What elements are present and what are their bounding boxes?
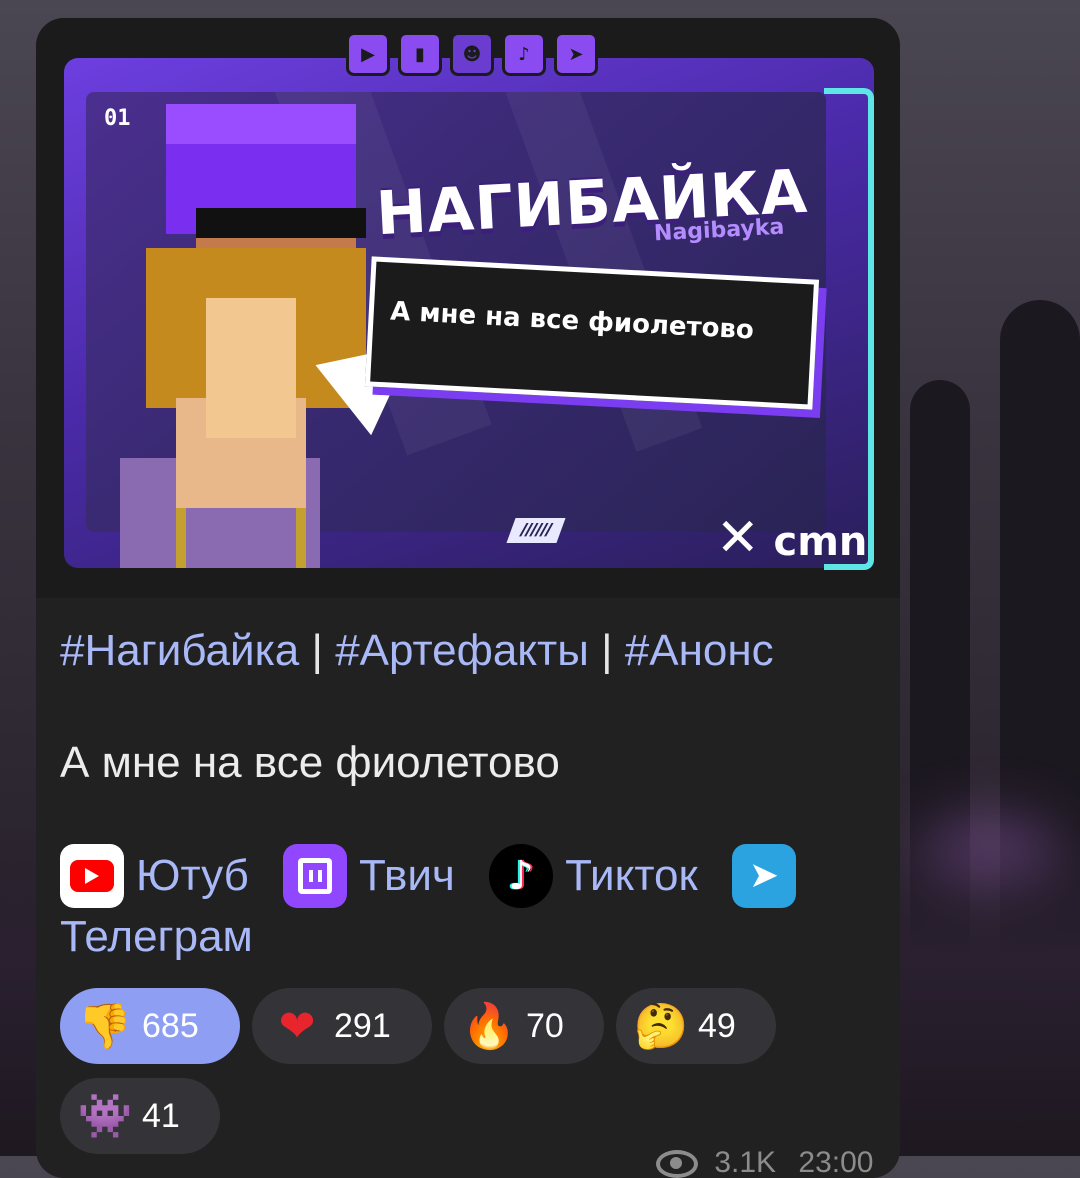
- fire-emoji: 🔥: [461, 1001, 517, 1052]
- banner-stripe-label: //////: [506, 518, 566, 543]
- x-logo-icon: ✕: [716, 508, 760, 568]
- tiktok-icon: ♪: [502, 32, 546, 76]
- hashtag-separator: |: [601, 626, 613, 675]
- post-image[interactable]: ▶ ▮ ☻ ♪ ➤ 01 НАГИБАЙКА Nagibayka А мне н…: [36, 18, 900, 598]
- reaction-thinking[interactable]: 🤔 49: [616, 988, 776, 1064]
- twitch-link[interactable]: Твич: [283, 844, 455, 908]
- youtube-icon: ▶: [346, 32, 390, 76]
- social-links: Ютуб Твич ♪ Тикток ➤ Телеграм: [60, 844, 880, 966]
- tiktok-link-label: Тикток: [565, 851, 698, 900]
- reaction-count: 291: [334, 1006, 391, 1045]
- thinking-emoji: 🤔: [633, 1001, 689, 1052]
- telegram-link-label[interactable]: Телеграм: [60, 912, 253, 961]
- tiktok-link[interactable]: ♪ Тикток: [489, 844, 698, 908]
- hashtag-link[interactable]: #Артефакты: [335, 626, 589, 675]
- twitch-link-label: Твич: [359, 851, 455, 900]
- hashtag-link[interactable]: #Анонс: [625, 626, 774, 675]
- reaction-fire[interactable]: 🔥 70: [444, 988, 604, 1064]
- reaction-count: 41: [142, 1096, 180, 1135]
- tiktok-icon: ♪: [489, 844, 554, 908]
- episode-tag: 01: [104, 106, 131, 131]
- hashtag-link[interactable]: #Нагибайка: [60, 626, 299, 675]
- brand-logo-text: cmn: [773, 519, 868, 565]
- post-text: А мне на все фиолетово: [60, 738, 560, 787]
- reaction-count: 49: [698, 1006, 736, 1045]
- youtube-icon: [60, 844, 124, 908]
- reaction-count: 70: [526, 1006, 564, 1045]
- eye-icon: [656, 1150, 698, 1178]
- telegram-link[interactable]: ➤: [731, 844, 808, 908]
- heart-emoji: ❤: [278, 1000, 316, 1052]
- hashtag-line: #Нагибайка | #Артефакты | #Анонс: [60, 626, 774, 676]
- thumbs-down-emoji: 👎: [77, 1001, 133, 1052]
- episode-tag-text: 01: [104, 106, 131, 131]
- view-count: 3.1K: [714, 1146, 777, 1178]
- reaction-thumbs-down[interactable]: 👎 685: [60, 988, 240, 1064]
- reaction-heart[interactable]: ❤ 291: [252, 988, 432, 1064]
- brand-logo: ✕ cmn: [716, 508, 867, 568]
- banner-social-strip: ▶ ▮ ☻ ♪ ➤: [340, 32, 604, 76]
- youtube-link-label: Ютуб: [136, 851, 249, 900]
- space-invader-emoji: 👾: [77, 1091, 133, 1142]
- message-time: 23:00: [798, 1146, 874, 1178]
- avatar-icon: ☻: [450, 32, 494, 76]
- message-meta: 3.1K 23:00: [656, 1146, 873, 1178]
- reaction-count: 685: [142, 1006, 199, 1045]
- reaction-space-invader[interactable]: 👾 41: [60, 1078, 220, 1154]
- message-card[interactable]: ▶ ▮ ☻ ♪ ➤ 01 НАГИБАЙКА Nagibayka А мне н…: [36, 18, 900, 1178]
- twitch-icon: [283, 844, 348, 908]
- telegram-icon: ➤: [554, 32, 598, 76]
- hashtag-separator: |: [311, 626, 323, 675]
- youtube-link[interactable]: Ютуб: [60, 844, 249, 908]
- cyan-frame-decor: [824, 88, 874, 570]
- twitch-icon: ▮: [398, 32, 442, 76]
- telegram-icon: ➤: [731, 844, 796, 908]
